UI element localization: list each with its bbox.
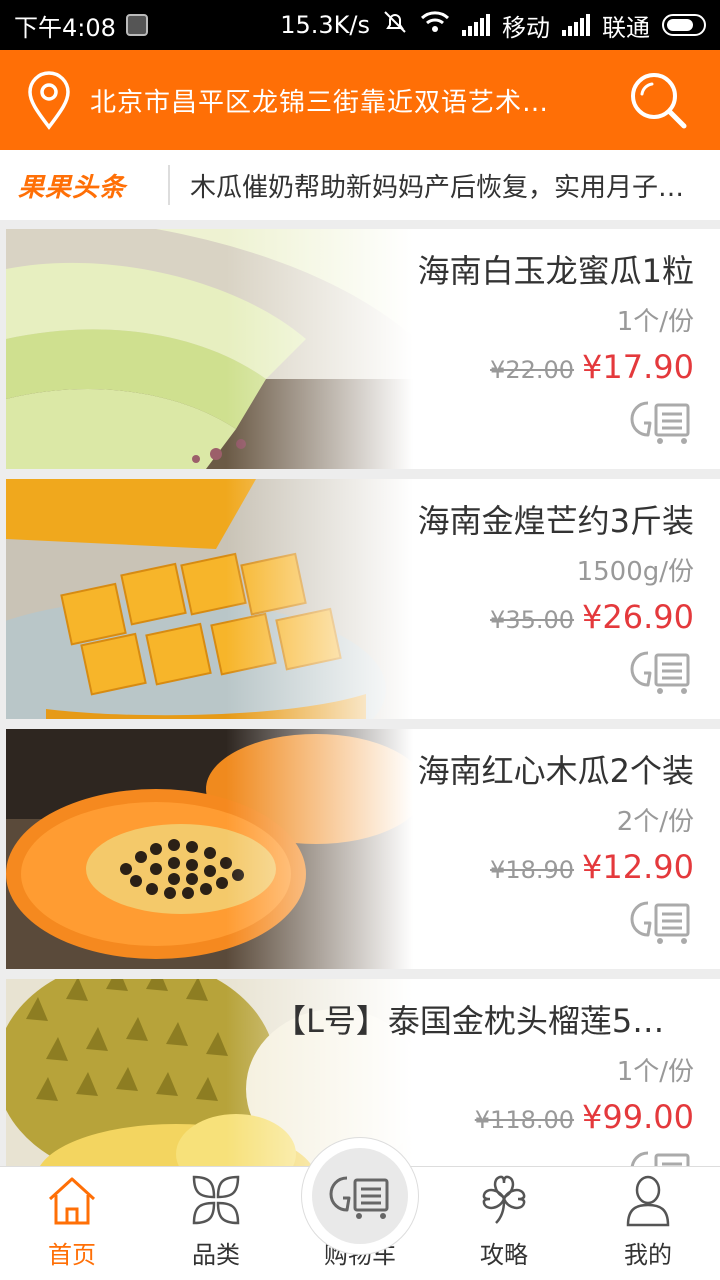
bottom-tab-bar: 首页 品类 购物车 攻略 我的 — [0, 1137, 720, 1280]
news-ticker[interactable]: 果果头条 木瓜催奶帮助新妈妈产后恢复，实用月子食谱 — [0, 150, 720, 220]
top-bar: 北京市昌平区龙锦三街靠近双语艺术幼儿园 — [0, 50, 720, 150]
carrier-1: 移动 — [502, 13, 550, 42]
tab-label: 品类 — [192, 1241, 240, 1269]
product-name: 海南白玉龙蜜瓜1粒 — [417, 252, 694, 290]
network-speed: 15.3K/s — [280, 11, 370, 39]
add-to-cart-icon[interactable] — [628, 397, 694, 445]
original-price: ¥18.90 — [490, 856, 575, 884]
tab-category[interactable]: 品类 — [144, 1167, 288, 1280]
sale-price: ¥17.90 — [582, 348, 694, 386]
divider — [168, 165, 170, 205]
category-icon — [192, 1175, 240, 1225]
tab-label: 我的 — [624, 1241, 672, 1269]
mute-icon — [382, 10, 408, 40]
product-name: 海南红心木瓜2个装 — [417, 752, 694, 790]
headline-text[interactable]: 木瓜催奶帮助新妈妈产后恢复，实用月子食谱 — [190, 167, 690, 204]
signal-icon-2 — [562, 14, 590, 36]
sale-price: ¥12.90 — [582, 848, 694, 886]
sale-price: ¥26.90 — [582, 598, 694, 636]
tab-label: 攻略 — [480, 1241, 528, 1269]
location-pin-icon[interactable] — [22, 70, 76, 130]
product-unit: 1个/份 — [616, 1057, 694, 1087]
add-to-cart-icon[interactable] — [628, 897, 694, 945]
tab-cart[interactable]: 购物车 — [288, 1137, 432, 1280]
user-icon — [626, 1175, 670, 1227]
product-name: 【L号】泰国金枕头榴莲5斤装 — [274, 1002, 694, 1040]
home-icon — [48, 1177, 96, 1225]
product-card[interactable]: 海南红心木瓜2个装 2个/份 ¥18.90 ¥12.90 — [6, 729, 720, 969]
tab-profile[interactable]: 我的 — [576, 1167, 720, 1280]
battery-icon — [662, 14, 706, 36]
add-to-cart-icon[interactable] — [628, 647, 694, 695]
clover-icon — [482, 1175, 526, 1224]
original-price: ¥118.00 — [474, 1106, 575, 1134]
carrier-2: 联通 — [602, 13, 650, 42]
sale-price: ¥99.00 — [582, 1098, 694, 1136]
product-unit: 1个/份 — [616, 307, 694, 337]
tab-home[interactable]: 首页 — [0, 1167, 144, 1280]
search-icon[interactable] — [626, 68, 690, 132]
original-price: ¥35.00 — [490, 606, 575, 634]
product-card[interactable]: 海南金煌芒约3斤装 1500g/份 ¥35.00 ¥26.90 — [6, 479, 720, 719]
notification-image-icon — [125, 14, 148, 36]
cart-button[interactable] — [301, 1137, 419, 1255]
product-unit: 2个/份 — [616, 807, 694, 837]
wifi-icon — [420, 10, 450, 40]
delivery-address[interactable]: 北京市昌平区龙锦三街靠近双语艺术幼儿园 — [90, 82, 568, 119]
product-card[interactable]: 海南白玉龙蜜瓜1粒 1个/份 ¥22.00 ¥17.90 — [6, 229, 720, 469]
status-bar: 下午4:08 15.3K/s 移动 联通 — [0, 0, 720, 50]
status-time: 下午4:08 — [14, 13, 116, 42]
headline-logo: 果果头条 — [18, 172, 127, 203]
signal-icon — [462, 14, 490, 36]
tab-label: 首页 — [48, 1241, 96, 1269]
tab-guide[interactable]: 攻略 — [432, 1167, 576, 1280]
original-price: ¥22.00 — [490, 356, 575, 384]
product-list: 海南白玉龙蜜瓜1粒 1个/份 ¥22.00 ¥17.90 海南金煌芒约3斤装 1… — [6, 229, 720, 1229]
cart-icon — [329, 1176, 389, 1219]
product-unit: 1500g/份 — [576, 557, 694, 587]
product-name: 海南金煌芒约3斤装 — [417, 502, 694, 540]
